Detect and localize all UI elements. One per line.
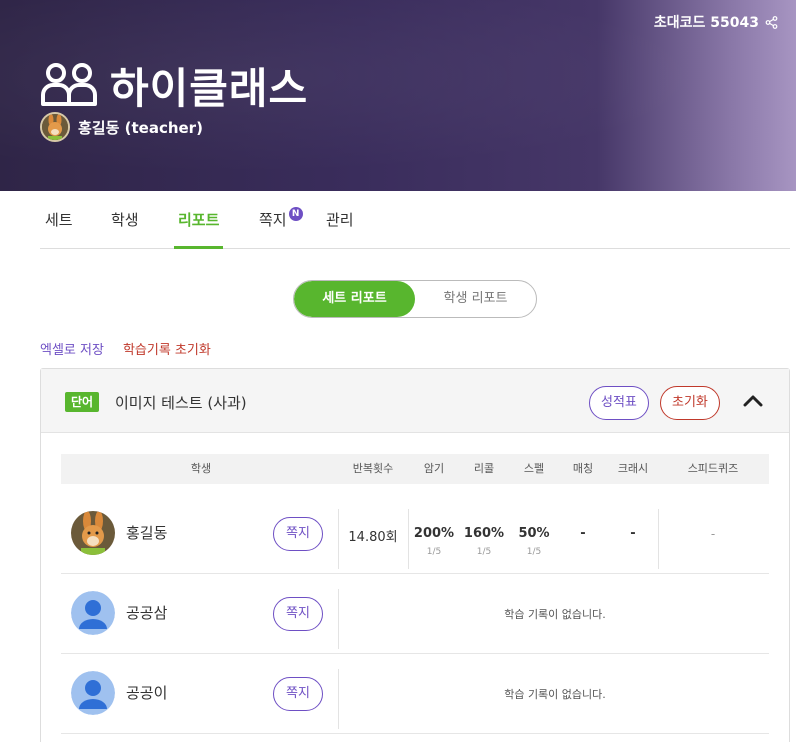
tab-students[interactable]: 학생 xyxy=(111,191,139,249)
save-excel-link[interactable]: 엑셀로 저장 xyxy=(40,339,104,358)
col-recall: 리콜 xyxy=(473,462,495,475)
share-icon[interactable] xyxy=(765,15,778,29)
tab-label: 세트 xyxy=(45,211,73,229)
chevron-up-icon[interactable] xyxy=(741,391,765,411)
divider xyxy=(338,509,339,569)
tab-label: 학생 xyxy=(111,211,139,229)
class-header-banner: 초대코드 55043 하이클래스 홍길동 (teacher) xyxy=(0,0,796,191)
col-spell: 스펠 xyxy=(523,462,545,475)
no-record-text: 학습 기록이 없습니다. xyxy=(504,688,606,701)
invite-code[interactable]: 초대코드 55043 xyxy=(654,12,778,32)
divider xyxy=(338,669,339,729)
default-avatar-icon xyxy=(71,671,115,715)
class-owner: 홍길동 (teacher) xyxy=(40,112,203,142)
reset-set-button[interactable]: 초기화 xyxy=(660,386,720,420)
new-badge: N xyxy=(288,207,303,221)
memorize-sub: 1/5 xyxy=(426,547,442,557)
spell-sub: 1/5 xyxy=(526,547,542,557)
table-row: 홍길동 쪽지 14.80회 200% 1/5 160% 1/5 50% 1/5 … xyxy=(61,494,769,574)
tab-messages[interactable]: 쪽지 N xyxy=(259,191,303,249)
teacher-avatar xyxy=(40,112,70,142)
col-memorize: 암기 xyxy=(423,462,445,475)
invite-code-label: 초대코드 55043 xyxy=(653,15,759,31)
col-crash: 크래시 xyxy=(617,462,649,475)
default-avatar-icon xyxy=(71,591,115,635)
send-note-button[interactable]: 쪽지 xyxy=(273,517,323,551)
recall-value: 160% xyxy=(463,526,505,541)
table-row: 공공이 쪽지 학습 기록이 없습니다. xyxy=(61,654,769,734)
no-record-text: 학습 기록이 없습니다. xyxy=(504,608,606,621)
score-sheet-button[interactable]: 성적표 xyxy=(589,386,649,420)
student-name: 홍길동 xyxy=(126,524,168,542)
col-repeat: 반복횟수 xyxy=(352,462,394,475)
send-note-button[interactable]: 쪽지 xyxy=(273,597,323,631)
set-panel-header: 단어 이미지 테스트 (사과) 성적표 초기화 xyxy=(41,369,789,433)
table-header: 학생 반복횟수 암기 리콜 스펠 매칭 크래시 스피드퀴즈 xyxy=(61,454,769,484)
set-report-panel: 단어 이미지 테스트 (사과) 성적표 초기화 학생 반복횟수 암기 리콜 스펠… xyxy=(40,368,790,742)
class-tabs: 세트 학생 리포트 쪽지 N 관리 xyxy=(40,191,790,249)
tab-report[interactable]: 리포트 xyxy=(173,191,224,249)
report-type-toggle: 세트 리포트 학생 리포트 xyxy=(293,280,537,318)
spell-value: 50% xyxy=(518,526,550,541)
class-group-icon xyxy=(40,61,98,111)
col-matching: 매칭 xyxy=(572,462,594,475)
crash-score: - xyxy=(630,526,636,541)
repeat-count: 14.80회 xyxy=(348,530,398,545)
tab-label: 쪽지 xyxy=(259,211,287,229)
reset-history-link[interactable]: 학습기록 초기화 xyxy=(123,339,211,358)
memorize-score: 200% 1/5 xyxy=(409,526,459,557)
class-name: 하이클래스 xyxy=(110,64,309,113)
spell-score: 50% 1/5 xyxy=(509,526,559,557)
matching-score: - xyxy=(580,526,586,541)
send-note-button[interactable]: 쪽지 xyxy=(273,677,323,711)
tab-label: 관리 xyxy=(326,211,354,229)
tab-manage[interactable]: 관리 xyxy=(326,191,354,249)
divider xyxy=(658,509,659,569)
student-name: 공공삼 xyxy=(126,604,168,622)
class-title: 하이클래스 xyxy=(40,55,308,116)
col-student: 학생 xyxy=(190,462,212,475)
student-avatar xyxy=(71,511,115,555)
student-report-button[interactable]: 학생 리포트 xyxy=(415,281,536,317)
set-type-chip: 단어 xyxy=(65,392,100,412)
recall-sub: 1/5 xyxy=(476,547,492,557)
memorize-value: 200% xyxy=(413,526,455,541)
tab-label: 리포트 xyxy=(178,211,220,229)
set-report-button[interactable]: 세트 리포트 xyxy=(294,281,415,317)
set-title: 이미지 테스트 (사과) xyxy=(115,394,247,412)
speed-quiz-score: - xyxy=(710,527,716,541)
report-actions: 엑셀로 저장 학습기록 초기화 xyxy=(40,339,211,358)
divider xyxy=(338,589,339,649)
recall-score: 160% 1/5 xyxy=(459,526,509,557)
col-speed-quiz: 스피드퀴즈 xyxy=(687,462,739,475)
student-name: 공공이 xyxy=(126,684,168,702)
owner-name: 홍길동 (teacher) xyxy=(78,118,203,137)
tab-sets[interactable]: 세트 xyxy=(45,191,73,249)
table-row: 공공삼 쪽지 학습 기록이 없습니다. xyxy=(61,574,769,654)
